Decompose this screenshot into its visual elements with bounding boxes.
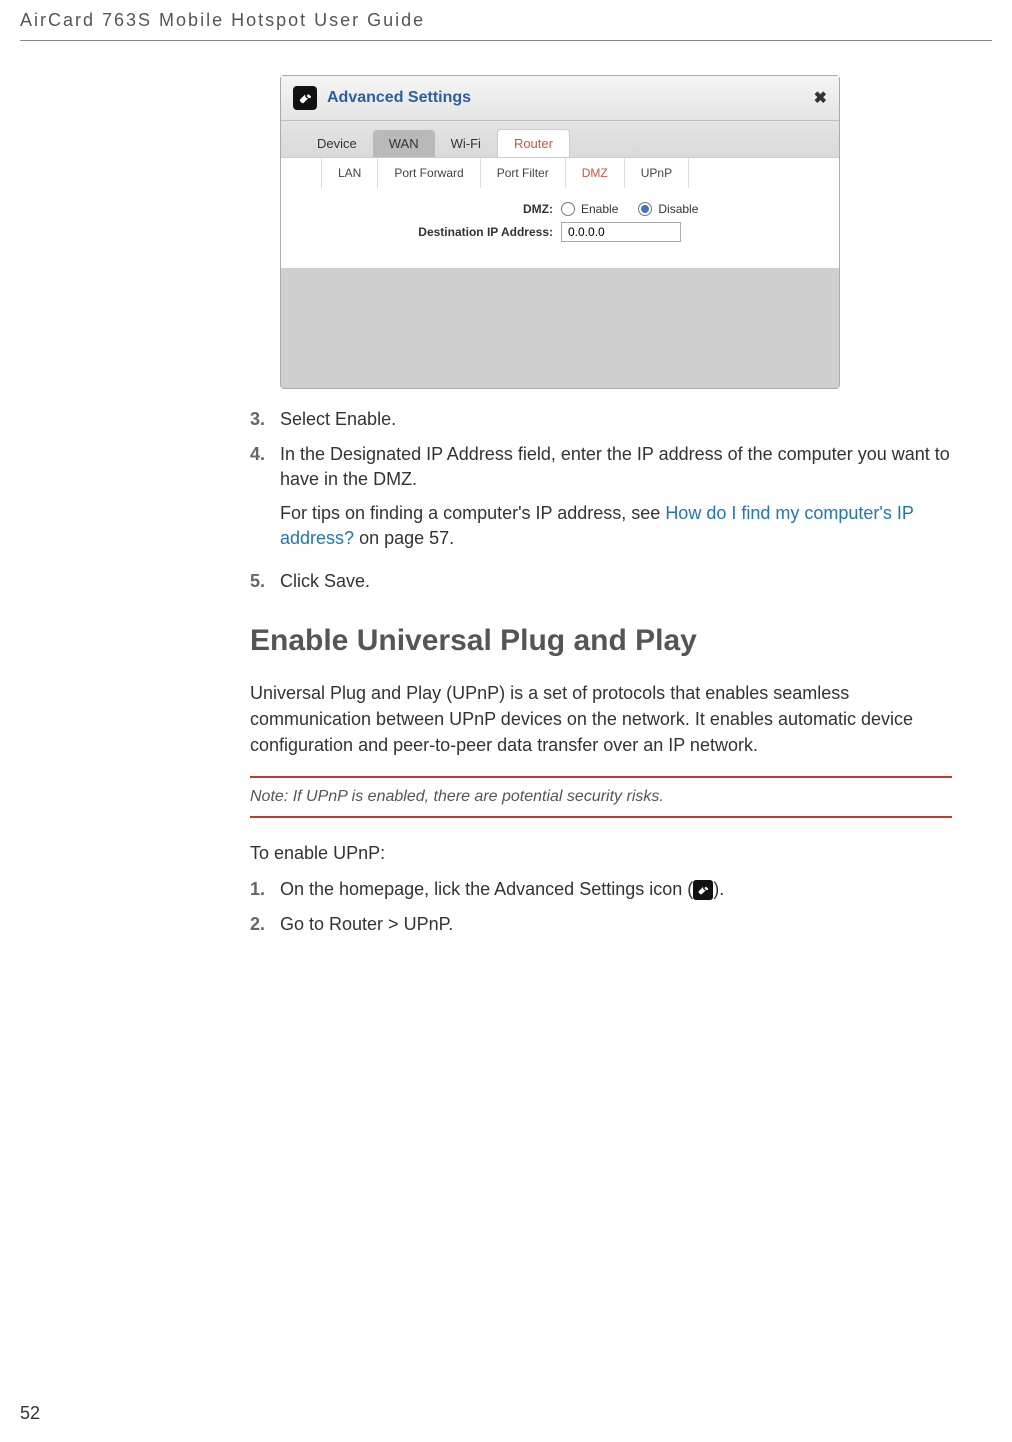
dmz-disable-label: Disable [658,202,698,216]
subtab-dmz[interactable]: DMZ [566,158,625,188]
dmz-form: DMZ: Enable Disable Destination IP Addre… [281,188,839,268]
subtab-port-forward[interactable]: Port Forward [378,158,480,188]
subtab-port-filter[interactable]: Port Filter [481,158,566,188]
text-fragment: For tips on finding a computer's IP addr… [280,503,665,523]
dmz-enable-label: Enable [581,202,618,216]
step-number: 2. [250,912,280,937]
text-fragment: ). [713,879,724,899]
dialog-empty-area [281,268,839,388]
tab-router[interactable]: Router [497,129,570,157]
wrench-icon [293,86,317,110]
dialog-titlebar: Advanced Settings ✖ [281,76,839,121]
document-header-title: AirCard 763S Mobile Hotspot User Guide [20,10,425,31]
text-fragment: on page 57. [354,528,454,548]
dmz-enable-radio[interactable] [561,202,575,216]
step-text: Click Save. [280,569,952,594]
step-number: 3. [250,407,280,432]
subtab-upnp[interactable]: UPnP [625,158,689,188]
section-paragraph: Universal Plug and Play (UPnP) is a set … [250,680,952,758]
step-text: Select Enable. [280,407,952,432]
step-text: Go to Router > UPnP. [280,912,952,937]
note-label: Note: [250,788,293,805]
tab-device[interactable]: Device [301,130,373,157]
step-number: 1. [250,877,280,902]
sub-tab-row: LAN Port Forward Port Filter DMZ UPnP [281,157,839,188]
close-icon[interactable]: ✖ [814,88,827,108]
note-text: If UPnP is enabled, there are potential … [293,788,664,805]
tab-wifi[interactable]: Wi-Fi [435,130,497,157]
tab-wan[interactable]: WAN [373,130,435,157]
advanced-settings-dialog: Advanced Settings ✖ Device WAN Wi-Fi Rou… [280,75,840,389]
subtab-lan[interactable]: LAN [321,158,378,188]
destination-ip-input[interactable] [561,222,681,242]
text-fragment: On the homepage, lick the Advanced Setti… [280,879,693,899]
main-tab-row: Device WAN Wi-Fi Router [281,121,839,157]
dialog-title: Advanced Settings [327,89,471,107]
section-heading: Enable Universal Plug and Play [250,624,952,658]
enable-intro: To enable UPnP: [250,840,952,866]
header-rule [20,40,992,41]
dmz-disable-radio[interactable] [638,202,652,216]
destination-ip-label: Destination IP Address: [301,225,561,239]
dmz-label: DMZ: [301,202,561,216]
wrench-icon [693,880,713,900]
page-number: 52 [20,1403,40,1424]
step-number: 5. [250,569,280,594]
note-block: Note: If UPnP is enabled, there are pote… [250,776,952,818]
step-text: For tips on finding a computer's IP addr… [280,501,952,551]
step-text: In the Designated IP Address field, ente… [280,442,952,492]
step-text: On the homepage, lick the Advanced Setti… [280,877,952,902]
step-number: 4. [250,442,280,559]
